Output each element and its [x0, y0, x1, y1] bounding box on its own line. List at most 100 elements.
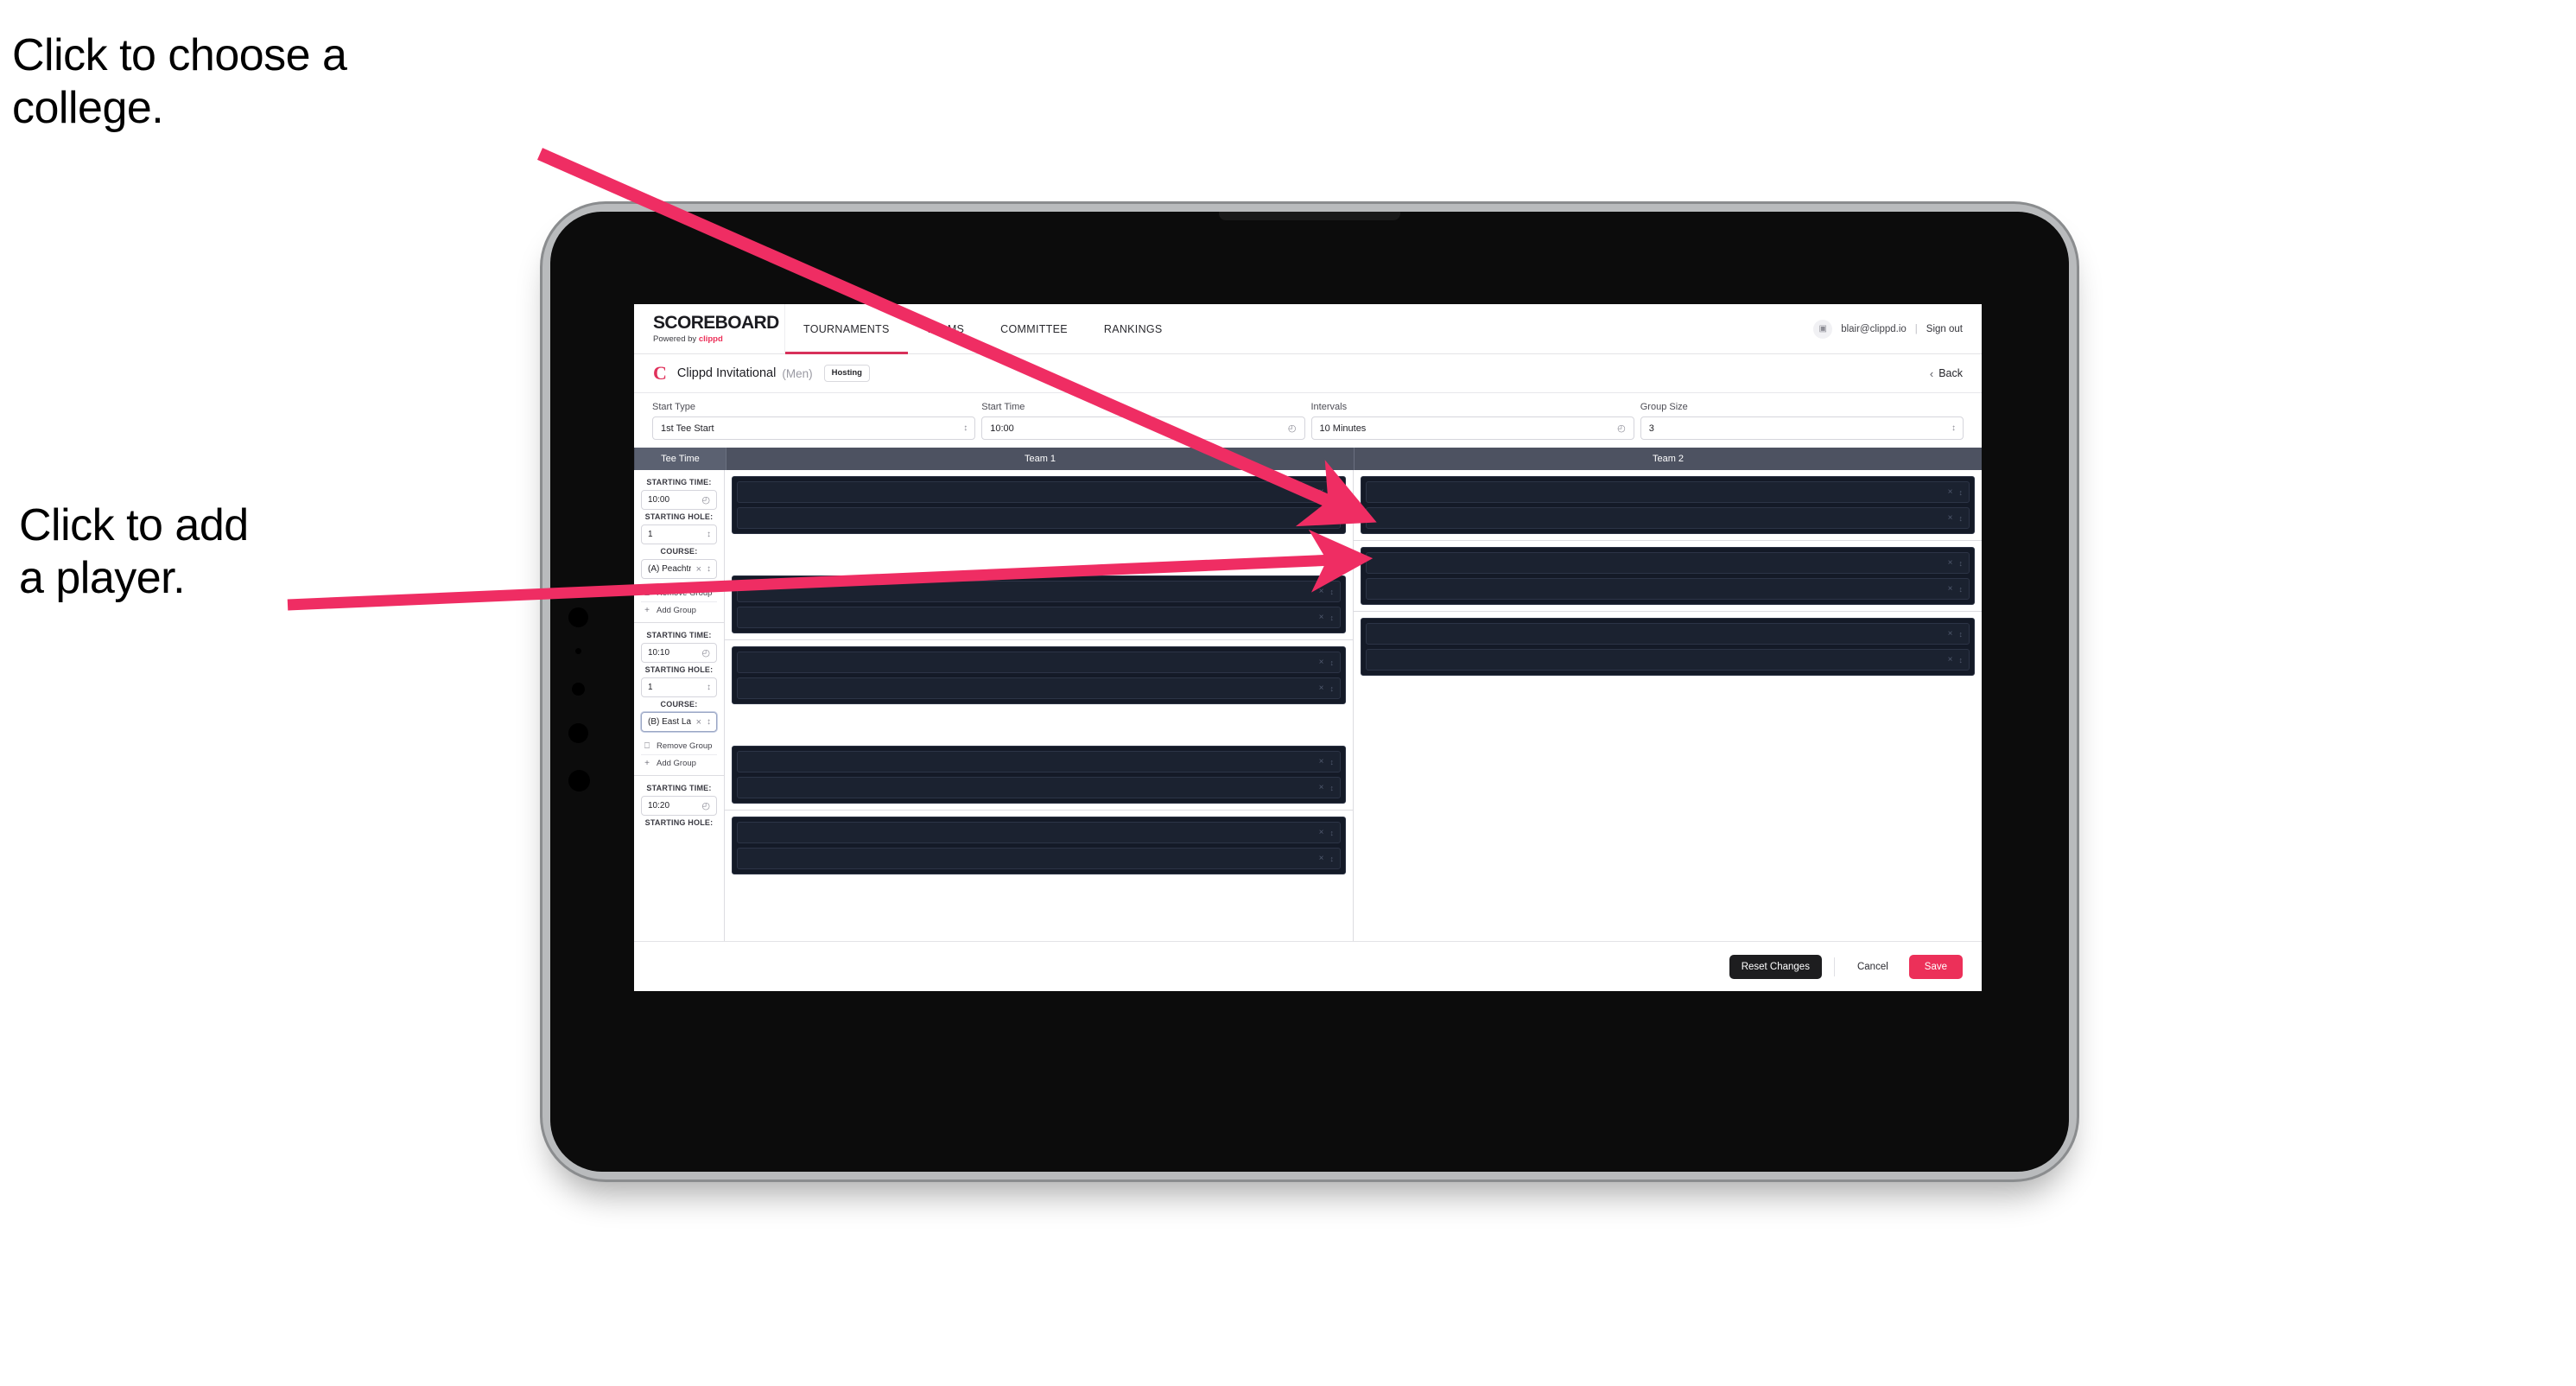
stepper-icon[interactable]: ↕ — [1330, 684, 1334, 693]
clock-icon[interactable]: ◴ — [1288, 423, 1297, 434]
add-group-button[interactable]: + Add Group — [641, 602, 717, 619]
cancel-button[interactable]: Cancel — [1847, 955, 1899, 979]
player-slot[interactable]: × ↕ — [737, 677, 1341, 699]
starting-time-input[interactable]: 10:20 ◴ — [641, 796, 717, 816]
nav-item-rankings[interactable]: RANKINGS — [1086, 304, 1181, 353]
close-icon[interactable]: × — [1319, 658, 1324, 667]
close-icon[interactable]: × — [696, 717, 701, 728]
course-select[interactable]: (B) East Lake GC × ↕ — [641, 712, 717, 732]
close-icon[interactable]: × — [1319, 828, 1324, 837]
close-icon[interactable]: × — [1948, 558, 1953, 568]
player-slot[interactable]: × ↕ — [737, 607, 1341, 628]
avatar[interactable]: ▣ — [1813, 319, 1833, 339]
stepper-icon[interactable]: ↕ — [1330, 829, 1334, 837]
player-slot[interactable]: × ↕ — [737, 751, 1341, 772]
starting-time-label: STARTING TIME: — [646, 631, 712, 639]
close-icon[interactable]: × — [1319, 757, 1324, 766]
tee-group-cell: STARTING TIME: 10:20 ◴ STARTING HOLE: — [634, 776, 724, 834]
clock-icon[interactable]: ◴ — [1617, 423, 1626, 434]
action-divider — [1833, 957, 1835, 976]
stepper-icon[interactable]: ↕ — [1330, 758, 1334, 766]
save-button[interactable]: Save — [1908, 954, 1963, 979]
stepper-icon[interactable]: ↕ — [1959, 656, 1963, 664]
add-group-button[interactable]: + Add Group — [641, 755, 717, 772]
brand-logo[interactable]: SCOREBOARD Powered by clippd — [634, 304, 785, 353]
stepper-icon[interactable]: ↕ — [707, 683, 711, 692]
player-slot[interactable]: × ↕ — [737, 652, 1341, 673]
stepper-icon[interactable]: ↕ — [1330, 588, 1334, 596]
group-size-input[interactable]: 3 ↕ — [1640, 416, 1964, 440]
reset-changes-button[interactable]: Reset Changes — [1729, 954, 1822, 979]
stepper-icon[interactable]: ↕ — [1330, 855, 1334, 863]
close-icon[interactable]: × — [1319, 854, 1324, 863]
player-slot[interactable]: × ↕ — [1366, 507, 1970, 529]
stepper-icon[interactable]: ↕ — [1330, 614, 1334, 622]
close-icon[interactable]: × — [1948, 487, 1953, 497]
nav-item-teams[interactable]: TEAMS — [908, 304, 983, 353]
close-icon[interactable]: × — [1948, 513, 1953, 523]
player-slot[interactable]: × ↕ — [1366, 552, 1970, 574]
stepper-icon[interactable]: ↕ — [1959, 585, 1963, 594]
stepper-icon[interactable]: ↕ — [1959, 630, 1963, 639]
tablet-speaker-notch — [1219, 212, 1400, 220]
nav-item-tournaments[interactable]: TOURNAMENTS — [785, 304, 908, 354]
nav-item-committee[interactable]: COMMITTEE — [982, 304, 1086, 353]
close-icon[interactable]: × — [696, 564, 701, 575]
course-select[interactable]: (A) Peachtree GC × ↕ — [641, 559, 717, 579]
close-icon[interactable]: × — [1319, 783, 1324, 792]
close-icon[interactable]: × — [1319, 487, 1324, 497]
player-slot[interactable]: × ↕ — [737, 507, 1341, 529]
stepper-icon[interactable]: ↕ — [1959, 488, 1963, 497]
team-group-cell: × ↕ × ↕ — [1354, 612, 1982, 682]
player-slot[interactable]: × ↕ — [737, 822, 1341, 843]
player-slot[interactable]: × ↕ — [1366, 649, 1970, 671]
close-icon[interactable]: × — [1319, 683, 1324, 693]
starting-hole-input[interactable]: 1 ↕ — [641, 525, 717, 544]
back-button[interactable]: ‹ Back — [1930, 367, 1963, 380]
clock-icon[interactable]: ◴ — [701, 494, 710, 505]
pairings-table-header: Tee Time Team 1 Team 2 — [634, 448, 1982, 470]
player-slot[interactable]: × ↕ — [1366, 623, 1970, 645]
tablet-device: SCOREBOARD Powered by clippd TOURNAMENTS… — [550, 212, 2069, 1172]
trash-icon: ⎕ — [644, 741, 650, 751]
intervals-input[interactable]: 10 Minutes ◴ — [1310, 416, 1634, 440]
player-slot[interactable]: × ↕ — [737, 777, 1341, 798]
close-icon[interactable]: × — [1948, 629, 1953, 639]
close-icon[interactable]: × — [1948, 655, 1953, 664]
stepper-icon[interactable]: ↕ — [707, 564, 711, 574]
stepper-icon[interactable]: ↕ — [1330, 514, 1334, 523]
mic-icon — [575, 648, 581, 654]
stepper-icon[interactable]: ↕ — [707, 530, 711, 539]
stepper-icon[interactable]: ↕ — [1959, 514, 1963, 523]
tablet-camera-array — [567, 601, 590, 817]
close-icon[interactable]: × — [1948, 584, 1953, 594]
clock-icon[interactable]: ◴ — [701, 647, 710, 658]
start-type-select[interactable]: 1st Tee Start ↕ — [652, 416, 976, 440]
close-icon[interactable]: × — [1319, 613, 1324, 622]
player-slot[interactable]: × ↕ — [737, 481, 1341, 503]
stepper-icon[interactable]: ↕ — [1951, 423, 1956, 433]
player-slot[interactable]: × ↕ — [737, 848, 1341, 869]
field-start-type: Start Type 1st Tee Start ↕ — [652, 403, 976, 440]
starting-time-input[interactable]: 10:00 ◴ — [641, 490, 717, 510]
stepper-icon[interactable]: ↕ — [1330, 658, 1334, 667]
player-slot-panel: × ↕ × ↕ — [732, 575, 1346, 633]
player-slot[interactable]: × ↕ — [737, 581, 1341, 602]
remove-group-button[interactable]: ⎕ Remove Group — [641, 738, 717, 755]
remove-group-button[interactable]: ⎕ Remove Group — [641, 585, 717, 602]
stepper-icon[interactable]: ↕ — [1330, 784, 1334, 792]
start-time-input[interactable]: 10:00 ◴ — [981, 416, 1305, 440]
starting-hole-input[interactable]: 1 ↕ — [641, 677, 717, 697]
player-slot[interactable]: × ↕ — [1366, 578, 1970, 600]
group-size-value: 3 — [1648, 423, 1654, 434]
stepper-icon[interactable]: ↕ — [1330, 488, 1334, 497]
clock-icon[interactable]: ◴ — [701, 800, 710, 811]
player-slot[interactable]: × ↕ — [1366, 481, 1970, 503]
stepper-icon[interactable]: ↕ — [707, 717, 711, 727]
stepper-icon[interactable]: ↕ — [963, 423, 968, 433]
stepper-icon[interactable]: ↕ — [1959, 559, 1963, 568]
starting-time-input[interactable]: 10:10 ◴ — [641, 643, 717, 663]
close-icon[interactable]: × — [1319, 513, 1324, 523]
close-icon[interactable]: × — [1319, 587, 1324, 596]
sign-out-link[interactable]: Sign out — [1926, 324, 1963, 334]
